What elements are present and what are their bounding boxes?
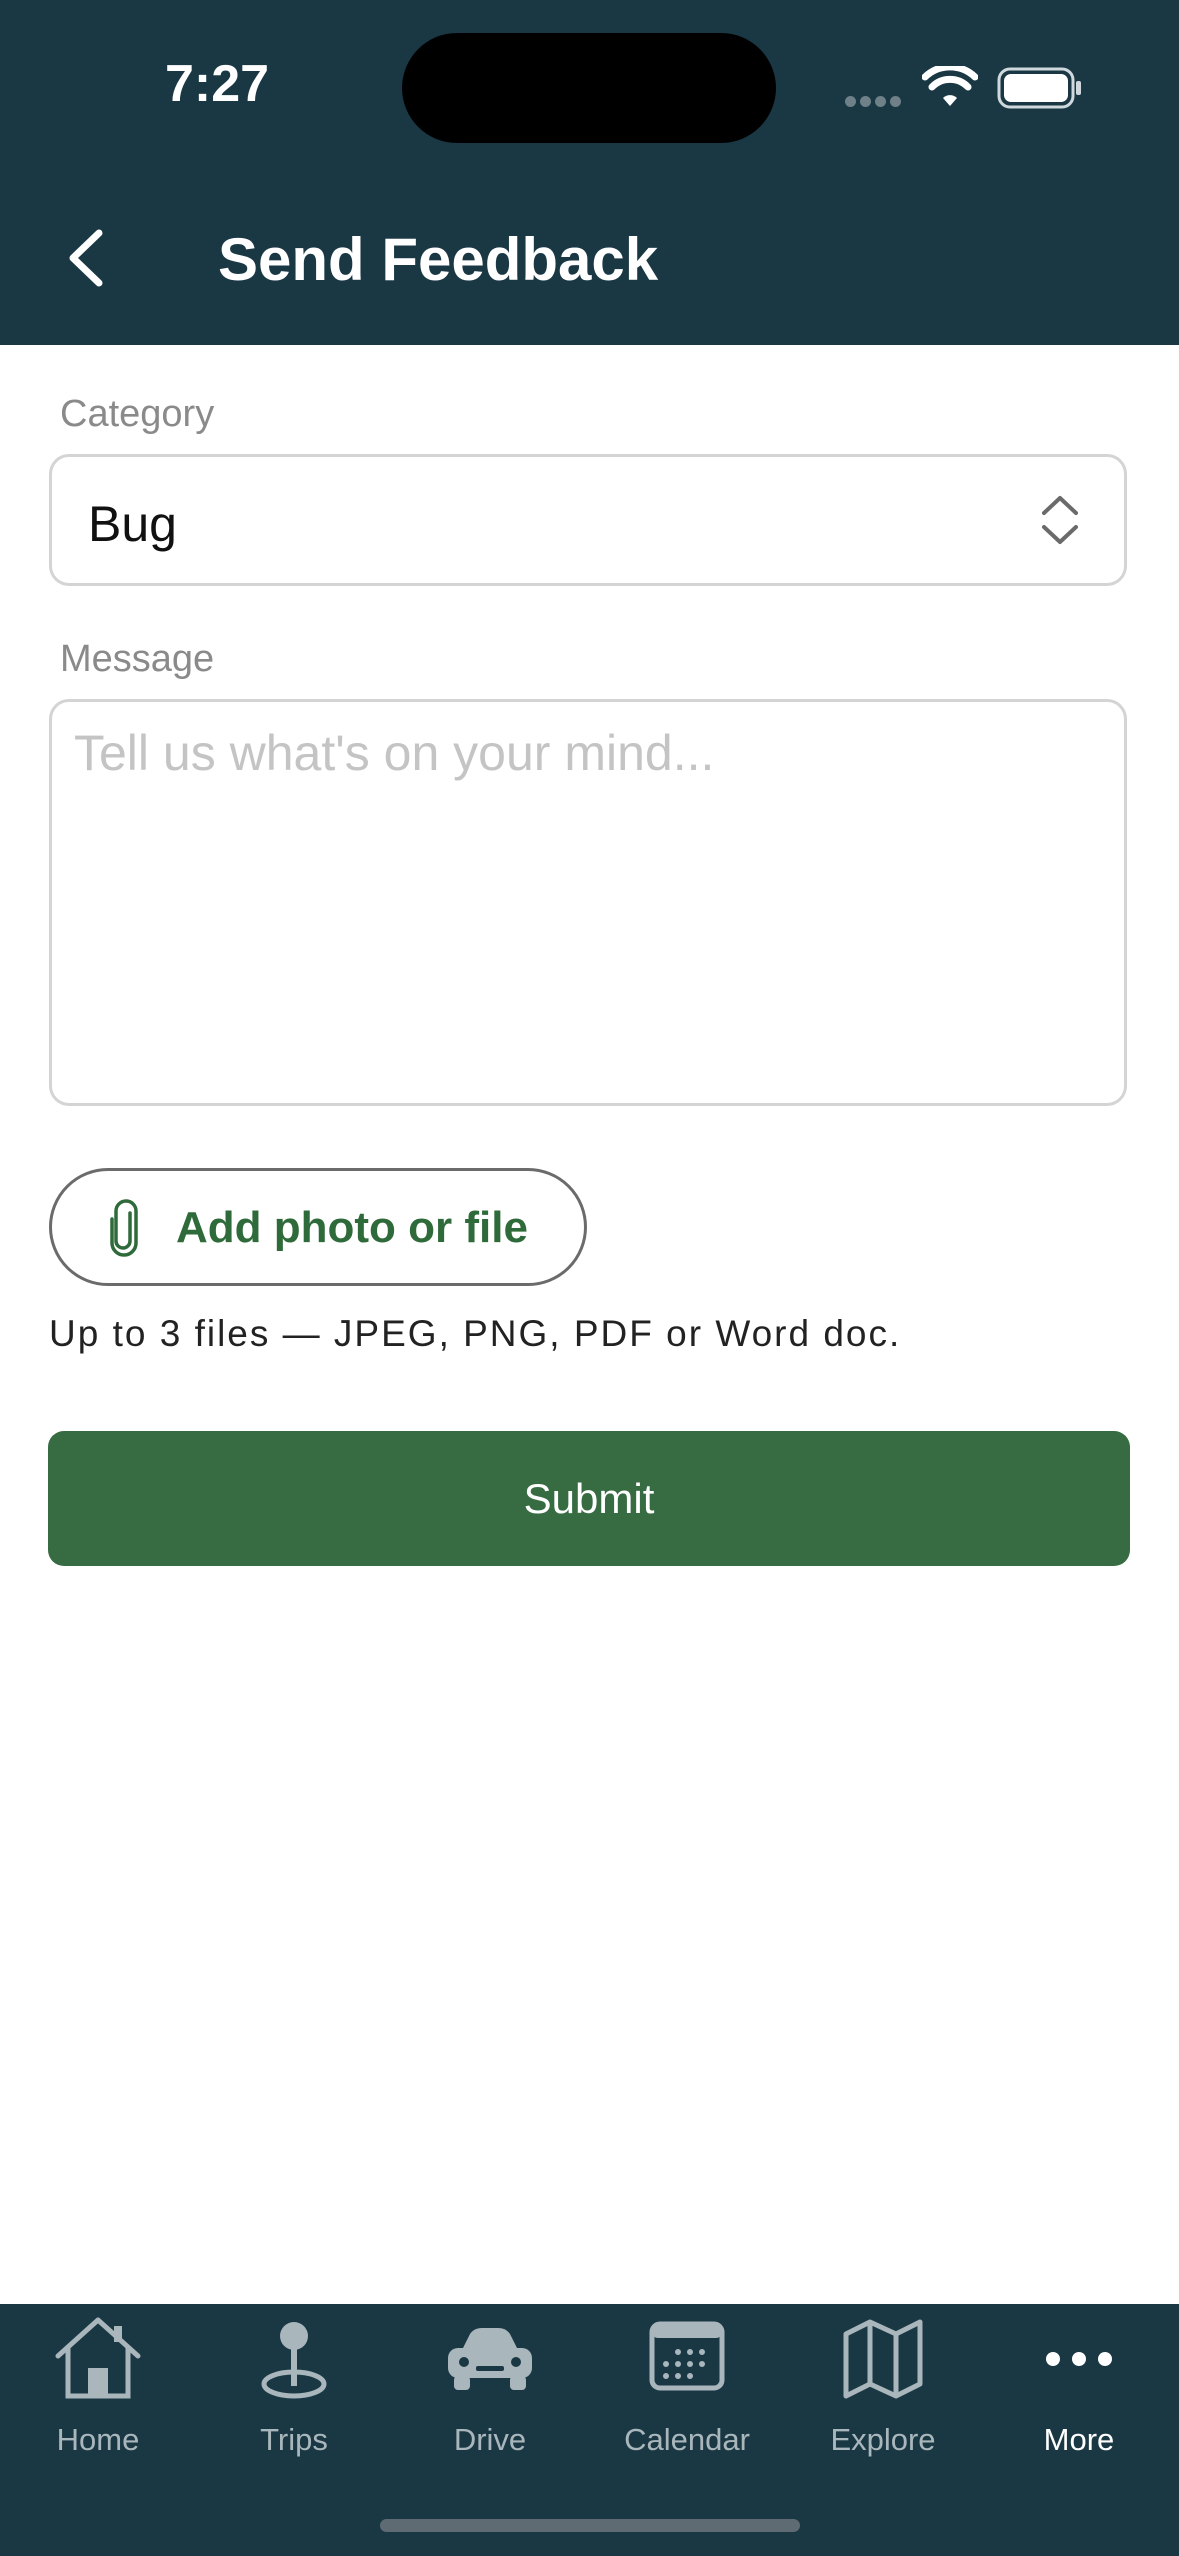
status-time: 7:27 [165, 55, 270, 113]
tab-label-trips: Trips [260, 2422, 328, 2457]
back-button[interactable] [55, 223, 125, 293]
status-bar: 7:27 [0, 0, 1179, 200]
tab-explore[interactable]: Explore [785, 2304, 981, 2457]
home-indicator [380, 2519, 800, 2532]
add-attachment-button[interactable]: Add photo or file [49, 1168, 587, 1286]
calendar-icon [649, 2321, 725, 2391]
category-select[interactable]: Bug [49, 454, 1127, 586]
tab-label-more: More [1043, 2422, 1115, 2457]
navigation-bar: Send Feedback [0, 200, 1179, 345]
tab-more[interactable]: More [981, 2304, 1177, 2457]
more-icon [1046, 2352, 1112, 2366]
tab-home[interactable]: Home [0, 2304, 196, 2457]
tab-trips[interactable]: Trips [196, 2304, 392, 2457]
car-icon [448, 2328, 532, 2390]
message-textarea[interactable] [49, 699, 1127, 1106]
map-icon [843, 2319, 923, 2399]
message-label: Message [60, 638, 215, 680]
category-label: Category [60, 393, 215, 435]
dynamic-island [402, 33, 776, 143]
home-icon [55, 2317, 141, 2399]
add-attachment-label: Add photo or file [176, 1203, 528, 1252]
tab-drive[interactable]: Drive [392, 2304, 588, 2457]
attachment-hint: Up to 3 files — JPEG, PNG, PDF or Word d… [49, 1313, 902, 1354]
tab-calendar[interactable]: Calendar [589, 2304, 785, 2457]
battery-icon [997, 67, 1081, 109]
paperclip-icon [110, 1199, 138, 1257]
wifi-icon [922, 66, 978, 106]
page-title: Send Feedback [218, 226, 659, 293]
chevron-up-down-icon [1042, 496, 1078, 544]
category-selected-value: Bug [88, 496, 177, 552]
chevron-left-icon [69, 229, 103, 287]
tab-label-drive: Drive [453, 2422, 527, 2457]
tab-label-home: Home [56, 2422, 140, 2457]
cellular-signal-icon [845, 94, 905, 112]
map-pin-icon [261, 2322, 327, 2399]
tab-label-explore: Explore [830, 2422, 936, 2457]
tab-label-calendar: Calendar [624, 2422, 750, 2457]
submit-button[interactable]: Submit [48, 1431, 1130, 1566]
